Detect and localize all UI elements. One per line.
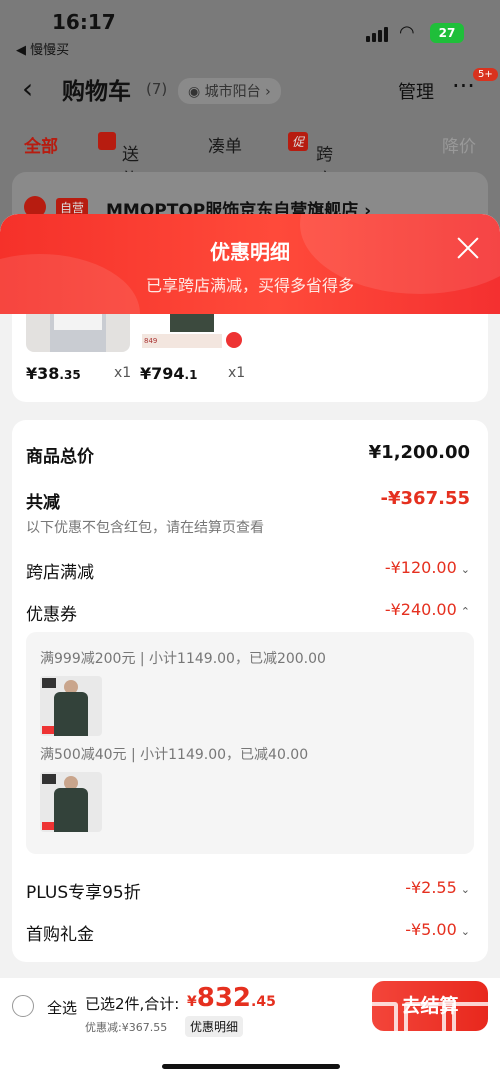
wifi-icon: ◠ (399, 22, 415, 43)
total-value: ¥1,200.00 (368, 442, 470, 463)
first-buy-value: -¥5.00 (405, 920, 457, 939)
sheet-subtitle: 已享跨店满减，买得多省得多 (145, 276, 354, 295)
watermark-text: zhizhizhi.com (352, 1052, 467, 1070)
more-icon[interactable]: ··· (452, 72, 475, 100)
coupon-product-image (40, 772, 102, 832)
tab-price-drop[interactable]: 降价 (442, 132, 476, 157)
cross-store-value: -¥120.00 (384, 558, 457, 577)
price-summary-card: 商品总价 ¥1,200.00 共减 -¥367.55 以下优惠不包含红包，请在结… (12, 420, 488, 962)
home-indicator (162, 1064, 340, 1069)
first-buy-row[interactable]: -¥5.00 ⌄ (405, 920, 470, 939)
gift-icon (98, 132, 116, 150)
coupon-rule: 满500减40元 | 小计1149.00，已减40.00 (40, 747, 309, 763)
signal-icon (366, 26, 390, 42)
plus-discount-row[interactable]: -¥2.55 ⌄ (405, 878, 470, 897)
coupon-product-image (40, 676, 102, 736)
status-time: 16:17 (52, 10, 116, 34)
product-card: 849 ¥38.35 x1 ¥794.1 x1 (12, 314, 488, 402)
product-qty: x1 (228, 365, 246, 381)
chevron-down-icon: ⌄ (460, 925, 470, 938)
coupon-value-row[interactable]: -¥240.00 ⌃ (385, 600, 470, 619)
back-to-app-link[interactable]: ◀ 慢慢买 (16, 39, 69, 58)
chevron-left-icon[interactable]: ‹ (22, 72, 33, 105)
price-tag-label: 849 (142, 334, 222, 348)
product-thumbnail[interactable] (26, 314, 130, 352)
coupon-label: 优惠券 (26, 605, 77, 625)
watermark-logo (356, 1002, 496, 1048)
coupon-list: 满999减200元 | 小计1149.00，已减200.00 满500减40元 … (26, 632, 474, 854)
product-qty: x1 (114, 365, 132, 381)
sheet-title: 优惠明细 (210, 240, 290, 264)
eye-icon: ◉ (188, 84, 205, 100)
chevron-up-icon: ⌃ (460, 605, 470, 618)
tab-cross-store[interactable]: 促跨店满减 (288, 132, 333, 240)
cross-store-value-row[interactable]: -¥120.00 ⌄ (385, 558, 470, 577)
tab-gift[interactable]: 送礼 (98, 132, 139, 190)
discount-summary: 优惠减:¥367.55 (85, 1021, 168, 1034)
location-label: 城市阳台 (204, 84, 261, 100)
chevron-down-icon: ⌄ (460, 883, 470, 896)
promo-tag: 促 (288, 132, 309, 151)
tab-bundle[interactable]: 凑单 (208, 132, 242, 157)
cart-count: (7) (146, 80, 168, 98)
discount-detail-sheet: 优惠明细 已享跨店满减，买得多省得多 849 ¥38.35 x1 ¥794.1 … (0, 214, 500, 1081)
status-bar: 16:17 ◀ 慢慢买 ◠ 27 (0, 0, 500, 60)
plus-discount-label: PLUS专享95折 (26, 883, 141, 903)
product-price: ¥794.1 (140, 364, 198, 383)
product-price: ¥38.35 (26, 364, 81, 383)
select-all-label[interactable]: 全选 (47, 997, 77, 1018)
plus-discount-value: -¥2.55 (405, 878, 457, 897)
first-buy-label: 首购礼金 (26, 925, 94, 945)
reduced-value: -¥367.55 (380, 488, 470, 509)
selected-summary: 已选2件,合计: (85, 995, 180, 1013)
location-selector[interactable]: ◉ 城市阳台 › (178, 78, 281, 104)
message-badge: 5+ (473, 68, 498, 81)
cross-store-label: 跨店满减 (26, 563, 94, 583)
filter-tabs: 全部 送礼 凑单 促跨店满减 降价 (0, 124, 500, 240)
chevron-down-icon: ⌄ (460, 563, 470, 576)
select-all-checkbox[interactable] (12, 995, 34, 1017)
battery-icon: 27 (430, 23, 464, 43)
product-thumbnail[interactable]: 849 (140, 314, 244, 352)
total-price: ¥832.45 (187, 983, 276, 1013)
close-icon[interactable] (456, 236, 480, 260)
total-label: 商品总价 (26, 447, 94, 467)
tab-all[interactable]: 全部 (24, 132, 58, 157)
page-title: 购物车 (62, 79, 131, 105)
sheet-header: 优惠明细 已享跨店满减，买得多省得多 (0, 214, 500, 314)
reduced-label: 共减 (26, 493, 60, 513)
discount-detail-button[interactable]: 优惠明细 (185, 1016, 244, 1037)
coupon-value: -¥240.00 (384, 600, 457, 619)
cart-header: ‹ 购物车 (7) ◉ 城市阳台 › 管理 ··· 5+ (0, 62, 500, 116)
coupon-rule: 满999减200元 | 小计1149.00，已减200.00 (40, 651, 326, 667)
manage-button[interactable]: 管理 (398, 78, 434, 104)
discount-note: 以下优惠不包含红包，请在结算页查看 (26, 520, 264, 536)
